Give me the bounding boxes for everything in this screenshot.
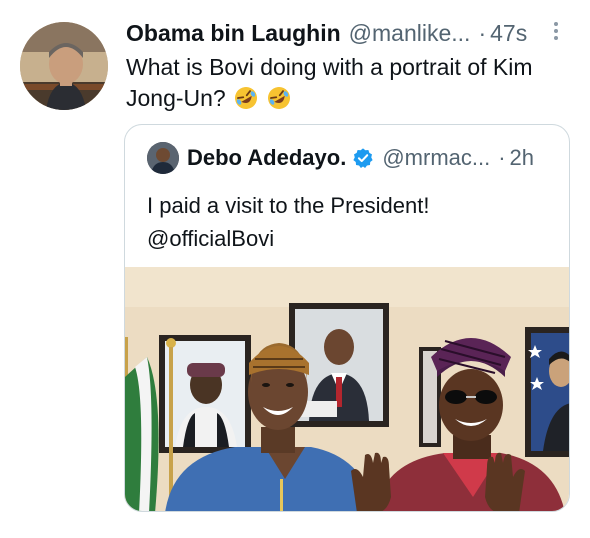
quoted-avatar-image — [147, 142, 179, 174]
timestamp[interactable]: 47s — [490, 20, 527, 47]
avatar-image — [20, 22, 108, 110]
quoted-tweet[interactable]: Debo Adedayo. @mrmac... · 2h I paid a vi… — [124, 124, 570, 512]
photo-image — [125, 267, 569, 511]
tweet-text-content: What is Bovi doing with a portrait of Ki… — [126, 54, 533, 111]
quoted-author-name[interactable]: Debo Adedayo. — [187, 145, 346, 171]
quoted-timestamp[interactable]: 2h — [510, 145, 534, 171]
tweet-text: What is Bovi doing with a portrait of Ki… — [126, 52, 566, 114]
more-vertical-icon[interactable] — [550, 19, 562, 45]
separator-dot: · — [478, 19, 487, 46]
mention-link[interactable]: @officialBovi — [147, 222, 557, 255]
quoted-text-line: I paid a visit to the President! — [147, 193, 430, 218]
rolling-laughing-emoji-icon — [235, 87, 258, 109]
rolling-laughing-emoji-icon — [267, 87, 290, 109]
quoted-photo[interactable] — [125, 267, 569, 511]
tweet-header: Obama bin Laughin @manlike... · 47s — [126, 16, 568, 50]
tweet[interactable]: Obama bin Laughin @manlike... · 47s What… — [0, 0, 590, 538]
avatar[interactable] — [20, 22, 108, 110]
quoted-avatar[interactable] — [147, 142, 179, 174]
quoted-separator-dot: · — [498, 145, 506, 170]
quoted-author-handle[interactable]: @mrmac... — [382, 145, 490, 171]
quoted-tweet-text: I paid a visit to the President! @offici… — [147, 189, 557, 255]
author-name[interactable]: Obama bin Laughin — [126, 20, 341, 47]
verified-badge-icon — [353, 148, 373, 168]
author-handle[interactable]: @manlike... — [349, 20, 471, 47]
quoted-header: Debo Adedayo. @mrmac... · 2h — [187, 141, 553, 175]
